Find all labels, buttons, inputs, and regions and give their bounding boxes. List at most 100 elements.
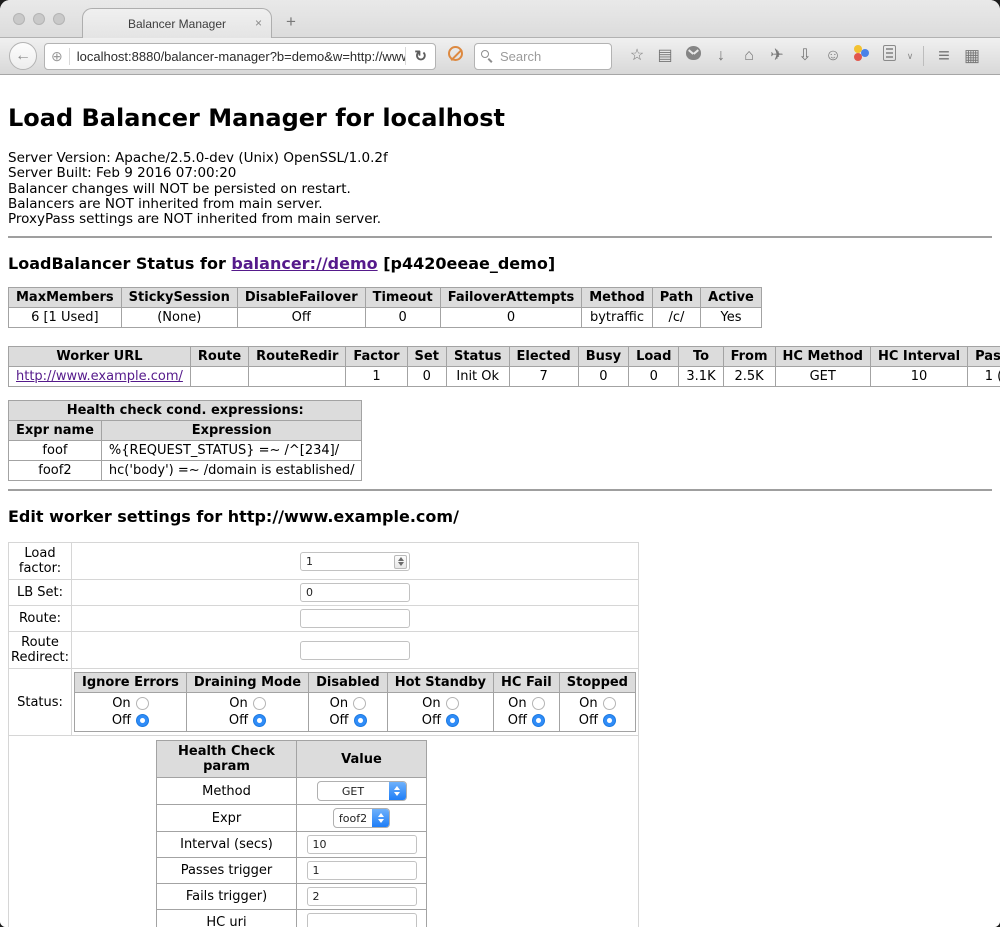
chevron-down-icon[interactable]: ∨ <box>903 46 917 66</box>
fails-label: Fails trigger) <box>157 884 297 910</box>
stopped-off-radio[interactable] <box>603 714 616 727</box>
hc-fail-off-radio[interactable] <box>532 714 545 727</box>
on-label: On <box>112 696 130 711</box>
tab-close-icon[interactable]: × <box>255 16 262 30</box>
search-input[interactable] <box>498 48 605 65</box>
toolbar-separator <box>923 46 924 66</box>
edit-worker-heading: Edit worker settings for http://www.exam… <box>8 507 992 526</box>
number-spinner[interactable] <box>394 555 407 569</box>
new-tab-button[interactable]: + <box>286 12 296 32</box>
hot-standby-on-radio[interactable] <box>446 697 459 710</box>
status-header-row: Ignore Errors Draining Mode Disabled Hot… <box>75 673 636 693</box>
save-page-icon[interactable]: ⇩ <box>791 46 819 66</box>
downloads-icon[interactable]: ↓ <box>707 46 735 66</box>
tab-title: Balancer Manager <box>128 17 226 31</box>
reload-icon[interactable]: ↻ <box>405 47 435 65</box>
send-icon[interactable]: ✈ <box>763 46 791 66</box>
search-icon <box>481 50 493 62</box>
expr-label: Expr <box>157 805 297 832</box>
passes-input[interactable] <box>307 861 417 880</box>
extension-dots-icon[interactable] <box>847 45 875 67</box>
col-failoverattempts: FailoverAttempts <box>440 288 582 308</box>
off-label: Off <box>329 713 348 728</box>
balancer-demo-link[interactable]: balancer://demo <box>231 254 377 273</box>
off-label: Off <box>422 713 441 728</box>
col-worker-url: Worker URL <box>9 347 191 367</box>
form-row-health-check: Health Check param Value Method GET <box>9 736 639 927</box>
lb-set-input[interactable] <box>300 583 410 602</box>
lb-status-table: MaxMembers StickySession DisableFailover… <box>8 287 762 328</box>
battery-extension-icon[interactable] <box>875 45 903 67</box>
hot-standby-off-radio[interactable] <box>446 714 459 727</box>
url-bar[interactable]: ⊕ localhost:8880/balancer-manager?b=demo… <box>44 43 436 70</box>
reading-list-icon[interactable]: ▤ <box>651 46 679 66</box>
on-label: On <box>579 696 597 711</box>
on-label: On <box>229 696 247 711</box>
col-path: Path <box>652 288 700 308</box>
expr-select-value: foof2 <box>334 809 372 827</box>
draining-mode-off-radio[interactable] <box>253 714 266 727</box>
hc-row-passes: Passes trigger <box>157 858 427 884</box>
table-header-row: Worker URL Route RouteRedir Factor Set S… <box>9 347 1000 367</box>
browser-tab[interactable]: Balancer Manager × <box>82 8 272 38</box>
expr-select[interactable]: foof2 <box>333 808 390 828</box>
col-disabled: Disabled <box>309 673 388 693</box>
close-window-button[interactable] <box>13 13 25 25</box>
off-label: Off <box>579 713 598 728</box>
table-title-row: Health check cond. expressions: <box>9 401 362 421</box>
search-bar[interactable] <box>474 43 612 70</box>
ignore-errors-on-radio[interactable] <box>136 697 149 710</box>
server-info: Server Version: Apache/2.5.0-dev (Unix) … <box>8 151 992 227</box>
hc-fail-on-radio[interactable] <box>532 697 545 710</box>
col-draining-mode: Draining Mode <box>186 673 308 693</box>
method-select[interactable]: GET <box>317 781 407 801</box>
titlebar: Balancer Manager × + <box>0 0 1000 38</box>
col-hc-fail: HC Fail <box>494 673 560 693</box>
table-header-row: MaxMembers StickySession DisableFailover… <box>9 288 762 308</box>
interval-input[interactable] <box>307 835 417 854</box>
status-label: Status: <box>9 669 72 736</box>
hc-row-fails: Fails trigger) <box>157 884 427 910</box>
form-row-route-redirect: Route Redirect: <box>9 632 639 669</box>
col-method: Method <box>582 288 652 308</box>
ignore-errors-off-radio[interactable] <box>136 714 149 727</box>
zoom-window-button[interactable] <box>53 13 65 25</box>
worker-url-link[interactable]: http://www.example.com/ <box>16 369 183 384</box>
disabled-off-radio[interactable] <box>354 714 367 727</box>
select-stepper-icon <box>372 809 389 827</box>
menu-hamburger-icon[interactable]: ≡ <box>930 46 958 66</box>
globe-icon: ⊕ <box>45 48 70 65</box>
route-input[interactable] <box>300 609 410 628</box>
hc-row-method: Method GET <box>157 778 427 805</box>
chat-smiley-icon[interactable]: ☺ <box>819 46 847 66</box>
route-label: Route: <box>9 606 72 632</box>
lb-status-heading: LoadBalancer Status for balancer://demo … <box>8 254 992 273</box>
lb-heading-prefix: LoadBalancer Status for <box>8 254 231 273</box>
grid-panel-icon[interactable]: ▦ <box>958 46 986 66</box>
route-redirect-input[interactable] <box>300 641 410 660</box>
section-divider <box>8 236 992 238</box>
blocked-icon <box>448 46 463 61</box>
pocket-icon[interactable] <box>679 46 707 66</box>
hc-row-expr: Expr foof2 <box>157 805 427 832</box>
home-icon[interactable]: ⌂ <box>735 46 763 66</box>
hc-uri-input[interactable] <box>307 913 417 927</box>
disabled-on-radio[interactable] <box>353 697 366 710</box>
status-radio-row: On Off On Off On Off <box>75 693 636 732</box>
select-stepper-icon <box>389 782 406 800</box>
table-row: foof %{REQUEST_STATUS} =~ /^[234]/ <box>9 441 362 461</box>
window-controls <box>13 13 65 25</box>
passes-label: Passes trigger <box>157 858 297 884</box>
content-blocker-button[interactable] <box>443 46 467 66</box>
draining-mode-on-radio[interactable] <box>253 697 266 710</box>
stopped-on-radio[interactable] <box>603 697 616 710</box>
bookmark-star-icon[interactable]: ☆ <box>623 46 651 66</box>
fails-input[interactable] <box>307 887 417 906</box>
col-hc-param: Health Check param <box>157 741 297 778</box>
on-label: On <box>330 696 348 711</box>
url-text[interactable]: localhost:8880/balancer-manager?b=demo&w… <box>70 49 406 64</box>
back-icon: ← <box>15 47 31 65</box>
back-button[interactable]: ← <box>9 42 37 70</box>
minimize-window-button[interactable] <box>33 13 45 25</box>
form-row-load-factor: Load factor: <box>9 543 639 580</box>
